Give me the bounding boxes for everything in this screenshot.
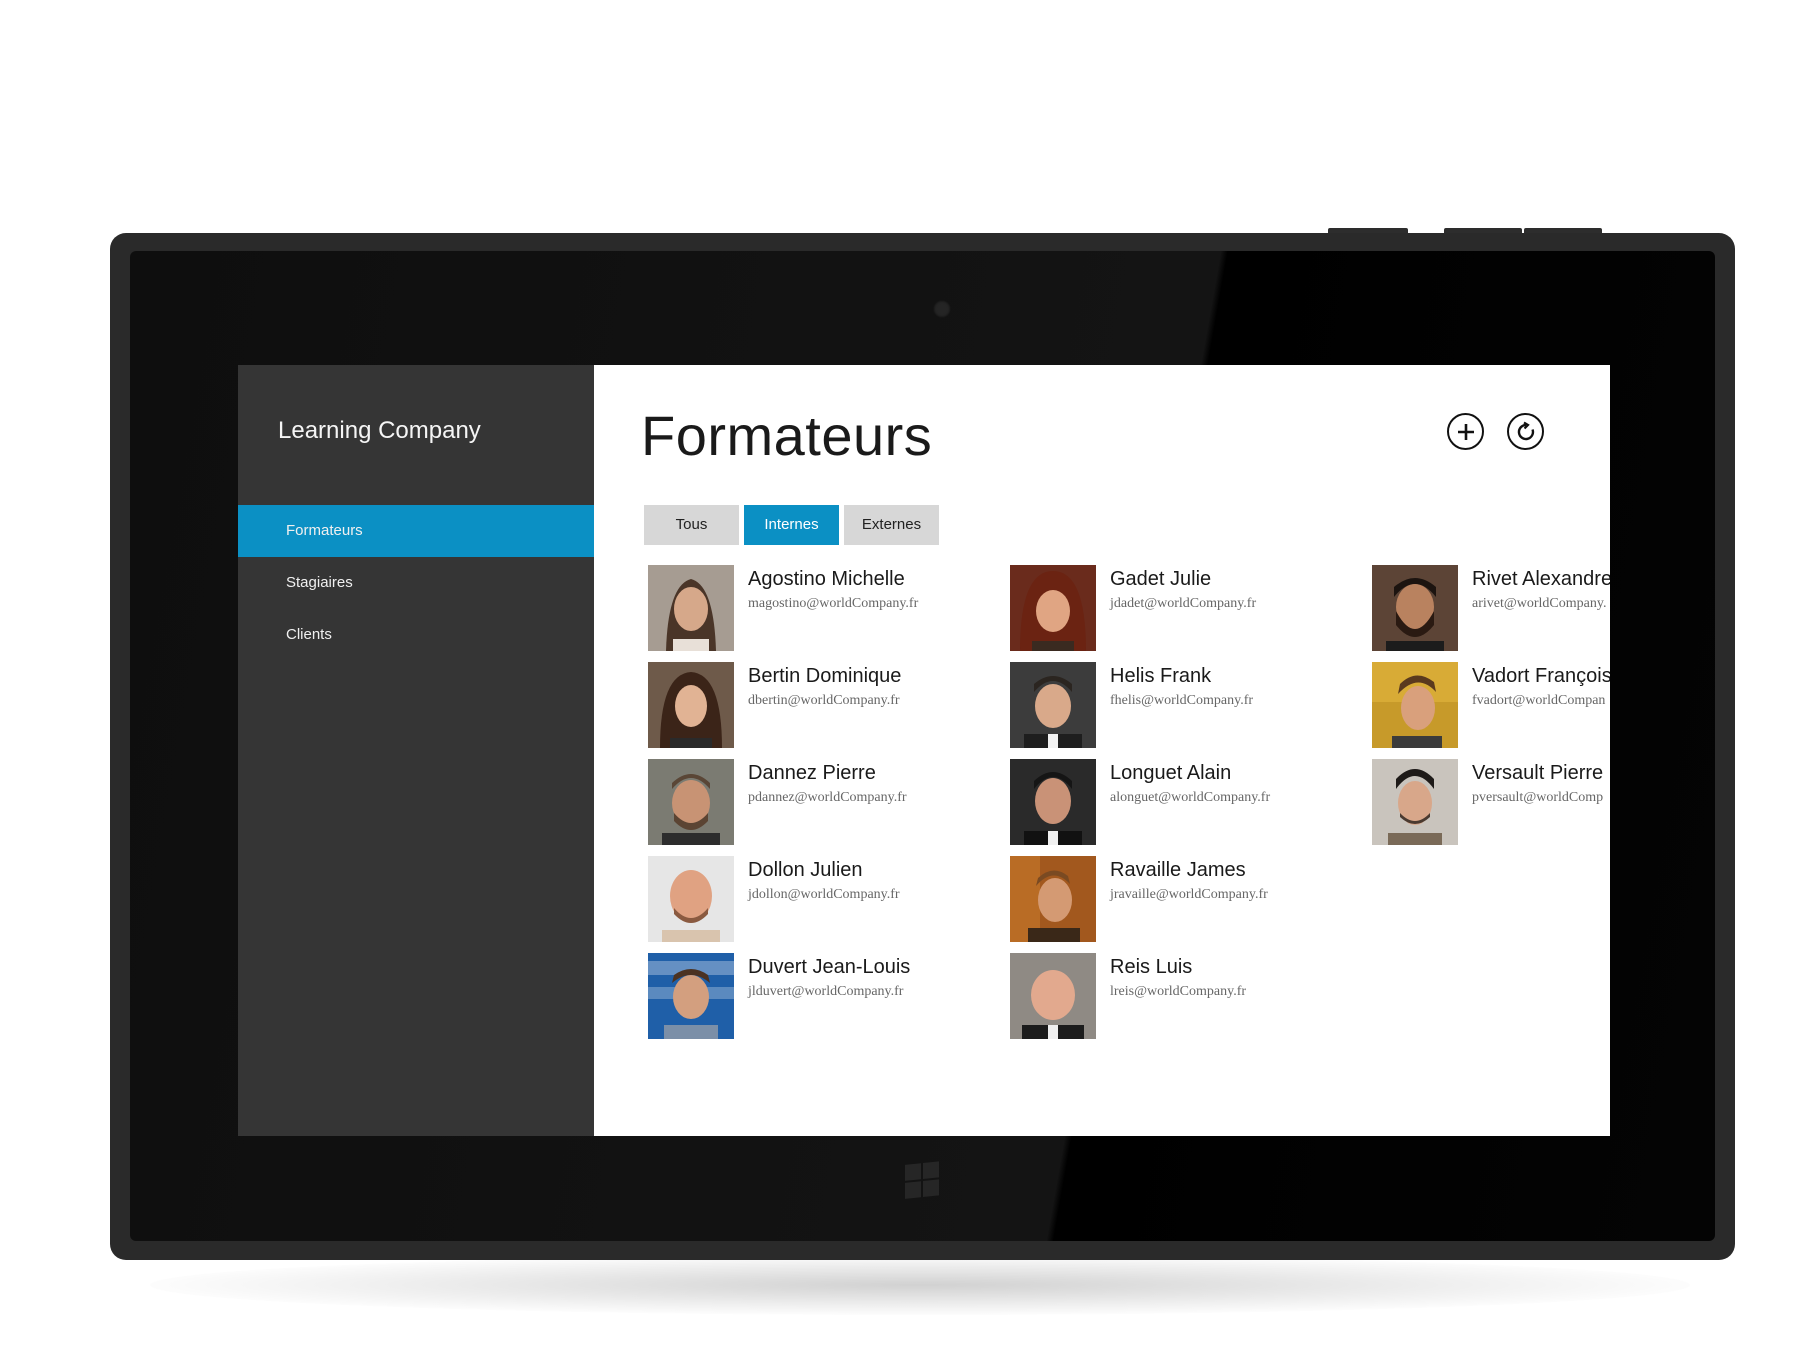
trainer-email: jlduvert@worldCompany.fr [748,984,904,999]
sidebar-item-stagiaires[interactable]: Stagiaires [238,557,594,609]
sidebar: Learning Company Formateurs Stagiaires C… [238,365,594,1136]
trainer-email: arivet@worldCompany. [1472,596,1607,611]
filter-tabs: Tous Internes Externes [644,505,939,545]
sidebar-item-formateurs[interactable]: Formateurs [238,505,594,557]
trainer-email: dbertin@worldCompany.fr [748,693,900,708]
avatar [1372,759,1458,845]
avatar [1372,565,1458,651]
trainer-email: jdadet@worldCompany.fr [1110,596,1257,611]
app-title: Learning Company [278,417,481,444]
avatar [1010,662,1096,748]
windows-logo-icon [905,1161,941,1201]
trainer-name: Duvert Jean-Louis [748,956,911,978]
tab-internes[interactable]: Internes [744,505,839,545]
trainer-name: Agostino Michelle [748,568,905,590]
tab-externes[interactable]: Externes [844,505,939,545]
trainer-email: alonguet@worldCompany.fr [1110,790,1271,805]
trainer-email: jravaille@worldCompany.fr [1110,887,1268,902]
trainer-card[interactable]: Dannez Pierre pdannez@worldCompany.fr [648,759,988,845]
trainer-email: jdollon@worldCompany.fr [748,887,900,902]
tab-tous[interactable]: Tous [644,505,739,545]
trainer-name: Ravaille James [1110,859,1246,881]
trainer-name: Versault Pierre [1472,762,1604,784]
trainer-name: Longuet Alain [1110,762,1232,784]
avatar [1010,565,1096,651]
trainer-card[interactable]: Gadet Julie jdadet@worldCompany.fr [1010,565,1350,651]
trainer-email: fvadort@worldCompan [1472,693,1606,708]
trainer-card[interactable]: Rivet Alexandre arivet@worldCompany. [1372,565,1610,651]
trainer-name: Helis Frank [1110,665,1212,687]
trainer-name: Reis Luis [1110,956,1193,978]
trainer-card[interactable]: Reis Luis lreis@worldCompany.fr [1010,953,1350,1039]
trainer-email: pdannez@worldCompany.fr [748,790,907,805]
avatar [648,759,734,845]
trainer-card[interactable]: Dollon Julien jdollon@worldCompany.fr [648,856,988,942]
trainer-name: Rivet Alexandre [1472,568,1610,590]
refresh-button[interactable] [1507,413,1544,450]
trainer-email: fhelis@worldCompany.fr [1110,693,1254,708]
add-button[interactable] [1447,413,1484,450]
avatar [1372,662,1458,748]
camera-icon [933,300,951,318]
trainer-name: Bertin Dominique [748,665,902,687]
trainer-card[interactable]: Helis Frank fhelis@worldCompany.fr [1010,662,1350,748]
add-icon [1457,423,1474,440]
sidebar-item-clients[interactable]: Clients [238,609,594,661]
avatar [1010,856,1096,942]
avatar [648,953,734,1039]
trainer-name: Dollon Julien [748,859,863,881]
avatar [648,856,734,942]
trainer-name: Gadet Julie [1110,568,1212,590]
trainer-card[interactable]: Longuet Alain alonguet@worldCompany.fr [1010,759,1350,845]
app-screen: Learning Company Formateurs Stagiaires C… [238,365,1610,1136]
trainer-email: lreis@worldCompany.fr [1110,984,1247,999]
trainer-card[interactable]: Agostino Michelle magostino@worldCompany… [648,565,988,651]
trainer-name: Dannez Pierre [748,762,876,784]
refresh-icon [1517,421,1534,440]
avatar [1010,759,1096,845]
device-shadow [150,1255,1690,1315]
trainer-card[interactable]: Duvert Jean-Louis jlduvert@worldCompany.… [648,953,988,1039]
trainer-name: Vadort François [1472,665,1610,687]
trainer-card[interactable]: Ravaille James jravaille@worldCompany.fr [1010,856,1350,942]
page-title: Formateurs [641,404,933,467]
tablet-device: Learning Company Formateurs Stagiaires C… [110,233,1735,1260]
tablet-bezel: Learning Company Formateurs Stagiaires C… [130,251,1715,1241]
avatar [648,565,734,651]
sidebar-nav: Formateurs Stagiaires Clients [238,505,594,661]
trainer-email: pversault@worldComp [1472,790,1604,805]
avatar [1010,953,1096,1039]
avatar [648,662,734,748]
trainer-card[interactable]: Versault Pierre pversault@worldComp [1372,759,1610,845]
trainer-card[interactable]: Bertin Dominique dbertin@worldCompany.fr [648,662,988,748]
trainer-email: magostino@worldCompany.fr [748,596,919,611]
trainer-card[interactable]: Vadort François fvadort@worldCompan [1372,662,1610,748]
main-content: Formateurs Tous Internes Externes Agosti… [594,365,1610,1136]
